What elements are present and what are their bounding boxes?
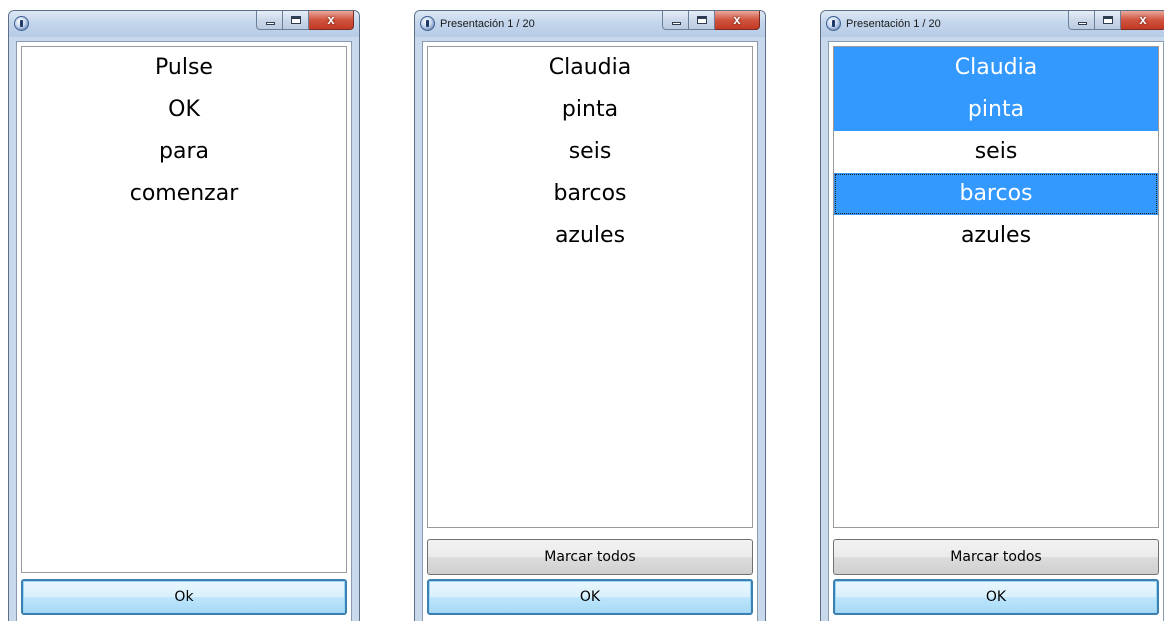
list-item[interactable]: azules	[428, 215, 752, 257]
close-button[interactable]: x	[715, 11, 760, 30]
maximize-icon	[1103, 16, 1113, 24]
window-client-area: Claudia pinta seis barcos azules Marcar …	[422, 41, 758, 621]
list-item[interactable]: seis	[834, 131, 1158, 173]
title-bar[interactable]: Presentación 1 / 20 x	[821, 11, 1164, 37]
list-item[interactable]: comenzar	[22, 173, 346, 215]
close-button[interactable]: x	[1121, 11, 1164, 30]
list-item[interactable]: para	[22, 131, 346, 173]
ok-button[interactable]: OK	[833, 579, 1159, 615]
title-bar[interactable]: x	[9, 11, 359, 37]
window-title: Presentación 1 / 20	[440, 18, 535, 30]
close-button[interactable]: x	[309, 11, 354, 30]
caption-buttons: x	[662, 11, 760, 30]
list-item[interactable]: Pulse	[22, 47, 346, 89]
close-icon: x	[1139, 12, 1147, 27]
word-list[interactable]: Claudia pinta seis barcos azules	[833, 46, 1159, 528]
word-list[interactable]: Pulse OK para comenzar	[21, 46, 347, 573]
window-client-area: Pulse OK para comenzar Ok	[16, 41, 352, 621]
minimize-icon	[266, 22, 275, 25]
app-icon[interactable]	[826, 16, 841, 31]
maximize-button[interactable]	[1095, 11, 1121, 30]
close-icon: x	[733, 12, 741, 27]
list-item[interactable]: Claudia	[834, 47, 1158, 89]
minimize-button[interactable]	[256, 11, 283, 30]
ok-button[interactable]: OK	[427, 579, 753, 615]
minimize-button[interactable]	[1068, 11, 1095, 30]
maximize-button[interactable]	[283, 11, 309, 30]
app-icon[interactable]	[420, 16, 435, 31]
minimize-button[interactable]	[662, 11, 689, 30]
mark-all-button[interactable]: Marcar todos	[833, 539, 1159, 575]
minimize-icon	[672, 22, 681, 25]
ok-button[interactable]: Ok	[21, 579, 347, 615]
presentation-window: Presentación 1 / 20 x Claudia pinta seis…	[414, 10, 766, 621]
list-item[interactable]: seis	[428, 131, 752, 173]
list-item[interactable]: barcos	[428, 173, 752, 215]
window-title: Presentación 1 / 20	[846, 18, 941, 30]
start-window: x Pulse OK para comenzar Ok	[8, 10, 360, 621]
maximize-icon	[697, 16, 707, 24]
caption-buttons: x	[256, 11, 354, 30]
list-item[interactable]: Claudia	[428, 47, 752, 89]
presentation-window-with-selection: Presentación 1 / 20 x Claudia pinta seis…	[820, 10, 1164, 621]
caption-buttons: x	[1068, 11, 1164, 30]
list-item[interactable]: pinta	[428, 89, 752, 131]
app-icon[interactable]	[14, 16, 29, 31]
window-client-area: Claudia pinta seis barcos azules Marcar …	[828, 41, 1164, 621]
close-icon: x	[327, 12, 335, 27]
maximize-icon	[291, 16, 301, 24]
list-item[interactable]: pinta	[834, 89, 1158, 131]
list-item[interactable]: azules	[834, 215, 1158, 257]
title-bar[interactable]: Presentación 1 / 20 x	[415, 11, 765, 37]
list-item[interactable]: barcos	[834, 173, 1158, 215]
minimize-icon	[1078, 22, 1087, 25]
word-list[interactable]: Claudia pinta seis barcos azules	[427, 46, 753, 528]
maximize-button[interactable]	[689, 11, 715, 30]
list-item[interactable]: OK	[22, 89, 346, 131]
mark-all-button[interactable]: Marcar todos	[427, 539, 753, 575]
